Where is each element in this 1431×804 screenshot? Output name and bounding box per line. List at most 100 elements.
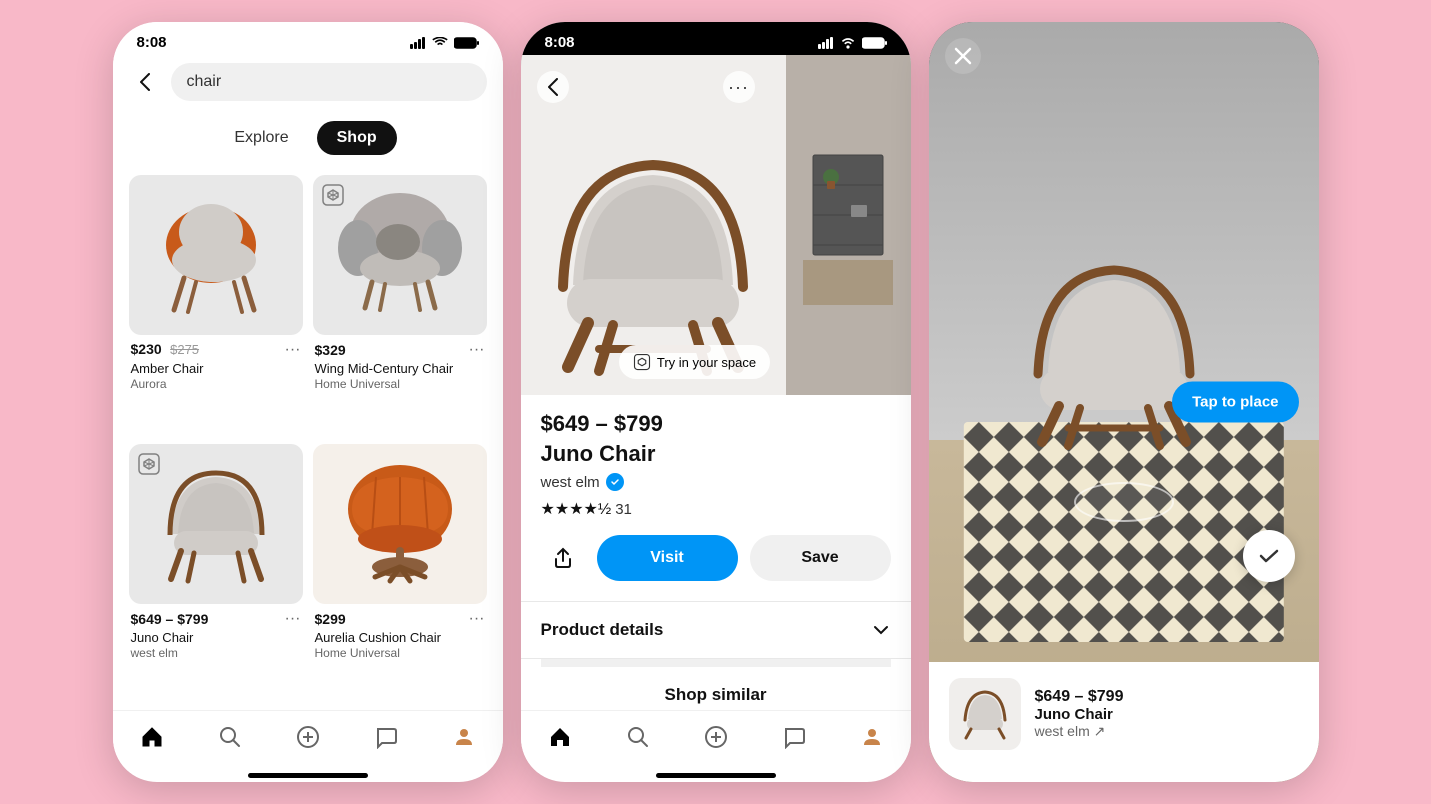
nav-search-2[interactable] xyxy=(614,721,662,753)
ar-rug xyxy=(960,422,1288,642)
ar-product-name: Juno Chair xyxy=(1035,706,1299,723)
wing-store: Home Universal xyxy=(315,377,485,391)
add-icon-2 xyxy=(704,725,728,749)
aurelia-product-info: $299 ··· Aurelia Cushion Chair Home Univ… xyxy=(313,604,487,662)
checkmark-confirm-icon xyxy=(1257,544,1281,568)
status-time-2: 8:08 xyxy=(545,34,575,51)
amber-more-button[interactable]: ··· xyxy=(285,341,301,359)
shop-similar-row[interactable]: Shop similar xyxy=(541,659,891,710)
nav-home-1[interactable] xyxy=(128,721,176,753)
detail-name: Juno Chair xyxy=(541,441,891,467)
product-hero: ··· xyxy=(521,55,911,395)
ar-product-card[interactable]: $649 – $799 Juno Chair west elm ↗ xyxy=(929,662,1319,782)
nav-profile-1[interactable] xyxy=(440,721,488,753)
stars-display: ★★★★½ xyxy=(541,499,612,519)
juno-product-info: $649 – $799 ··· Juno Chair west elm xyxy=(129,604,303,662)
nav-messages-1[interactable] xyxy=(362,721,410,753)
nav-search-1[interactable] xyxy=(206,721,254,753)
explore-shop-toggle: Explore Shop xyxy=(113,113,503,167)
ar-placement-circle xyxy=(1074,482,1174,522)
stars-row: ★★★★½ 31 xyxy=(541,499,891,519)
ar-checkmark-button[interactable] xyxy=(1243,530,1295,582)
detail-store-row: west elm xyxy=(541,473,891,491)
ar-thumb-image xyxy=(955,686,1015,741)
nav-profile-2[interactable] xyxy=(848,721,896,753)
phone-search: 8:08 Explore Shop xyxy=(113,22,503,782)
review-count: 31 xyxy=(615,501,632,518)
status-icons-1 xyxy=(410,37,479,49)
try-in-space-label: Try in your space xyxy=(657,355,756,370)
product-img-amber xyxy=(129,175,303,335)
ar-product-info: $649 – $799 Juno Chair west elm ↗ xyxy=(1035,688,1299,740)
aurelia-chair-image xyxy=(330,459,470,589)
wing-more-button[interactable]: ··· xyxy=(469,341,485,359)
amber-product-info: $230 $275 ··· Amber Chair Aurora xyxy=(129,335,303,393)
tap-to-place-button[interactable]: Tap to place xyxy=(1172,382,1298,423)
save-button-detail[interactable]: Save xyxy=(750,535,891,581)
search-bar-row xyxy=(113,55,503,113)
shop-button[interactable]: Shop xyxy=(317,121,397,155)
wifi-icon-2 xyxy=(840,37,856,49)
product-img-juno xyxy=(129,444,303,604)
battery-icon xyxy=(454,37,479,49)
status-icons-2 xyxy=(818,37,887,49)
bottom-nav-1 xyxy=(113,710,503,773)
wing-chair-image xyxy=(330,190,470,320)
back-button-search[interactable] xyxy=(129,66,161,98)
nav-home-2[interactable] xyxy=(536,721,584,753)
product-detail-body: $649 – $799 Juno Chair west elm ★★★★½ 31… xyxy=(521,395,911,710)
juno-more-button[interactable]: ··· xyxy=(285,610,301,628)
ar-view-content: Tap to place xyxy=(929,22,1319,782)
product-card-aurelia[interactable]: $299 ··· Aurelia Cushion Chair Home Univ… xyxy=(309,440,491,707)
hero-side-area xyxy=(786,55,911,395)
juno-side-image xyxy=(803,145,893,305)
nav-messages-2[interactable] xyxy=(770,721,818,753)
explore-button[interactable]: Explore xyxy=(218,121,304,155)
ar-rug-pattern xyxy=(960,422,1288,642)
nav-add-1[interactable] xyxy=(284,721,332,753)
add-icon-1 xyxy=(296,725,320,749)
profile-icon-1 xyxy=(452,725,476,749)
dots-button-detail[interactable]: ··· xyxy=(723,71,755,103)
amber-price-old: $275 xyxy=(170,342,199,357)
search-input[interactable] xyxy=(171,63,487,101)
aurelia-price: $299 xyxy=(315,611,346,627)
profile-icon-2 xyxy=(860,725,884,749)
amber-name: Amber Chair xyxy=(131,361,301,376)
products-grid: $230 $275 ··· Amber Chair Aurora xyxy=(113,167,503,710)
product-details-label: Product details xyxy=(541,620,664,640)
back-button-detail[interactable] xyxy=(537,71,569,103)
wing-product-info: $329 ··· Wing Mid-Century Chair Home Uni… xyxy=(313,335,487,393)
search-icon-2 xyxy=(626,725,650,749)
chevron-down-icon xyxy=(871,620,891,640)
ar-product-thumbnail xyxy=(949,678,1021,750)
shop-similar-label: Shop similar xyxy=(664,685,766,705)
juno-name: Juno Chair xyxy=(131,630,301,645)
share-button[interactable] xyxy=(541,536,585,580)
status-bar-1: 8:08 xyxy=(113,22,503,55)
wifi-icon xyxy=(432,37,448,49)
aurelia-store: Home Universal xyxy=(315,646,485,660)
signal-icon-2 xyxy=(818,37,834,49)
hero-main-area xyxy=(521,55,786,395)
close-icon xyxy=(954,47,972,65)
action-row: Visit Save xyxy=(541,535,891,581)
visit-button[interactable]: Visit xyxy=(597,535,738,581)
product-details-row[interactable]: Product details xyxy=(541,602,891,658)
status-bar-2: 8:08 xyxy=(521,22,911,55)
product-card-juno[interactable]: $649 – $799 ··· Juno Chair west elm xyxy=(125,440,307,707)
try-in-space-button[interactable]: Try in your space xyxy=(619,345,770,379)
aurelia-more-button[interactable]: ··· xyxy=(469,610,485,628)
juno-hero-image xyxy=(523,139,783,379)
battery-icon-2 xyxy=(862,37,887,49)
checkmark-icon xyxy=(610,477,620,487)
product-card-amber[interactable]: $230 $275 ··· Amber Chair Aurora xyxy=(125,171,307,438)
nav-add-2[interactable] xyxy=(692,721,740,753)
product-card-wing[interactable]: $329 ··· Wing Mid-Century Chair Home Uni… xyxy=(309,171,491,438)
amber-store: Aurora xyxy=(131,377,301,391)
wing-price: $329 xyxy=(315,342,346,358)
ar-product-price: $649 – $799 xyxy=(1035,688,1299,706)
ar-close-button[interactable] xyxy=(945,38,981,74)
ar-product-store: west elm ↗ xyxy=(1035,723,1299,740)
ar-view[interactable]: Tap to place xyxy=(929,22,1319,782)
